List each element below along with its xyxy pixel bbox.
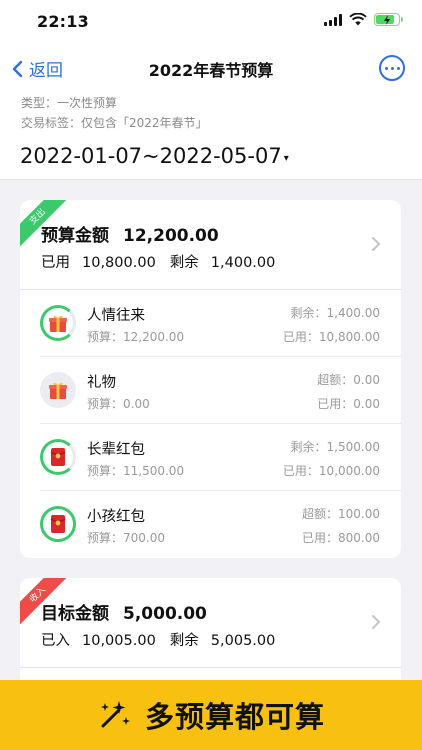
category-row[interactable]: 小孩红包 预算：700.00 超额：100.00 已用：800.00 <box>40 491 401 558</box>
budget-usage: 已用 10,800.00 剩余 1,400.00 <box>41 255 276 271</box>
category-remaining: 剩余：1,500.00 <box>290 440 380 454</box>
red-envelope-icon <box>50 448 66 466</box>
category-used: 已用：10,800.00 <box>282 330 380 344</box>
category-row[interactable]: 礼物 预算：0.00 超额：0.00 已用：0.00 <box>40 357 401 424</box>
gift-icon <box>49 315 67 332</box>
status-bar: 22:13 <box>0 0 422 44</box>
page-title: 2022年春节预算 <box>148 61 274 80</box>
chevron-down-icon: ▾ <box>283 152 289 164</box>
gift-icon <box>49 382 67 399</box>
category-budget: 预算：700.00 <box>87 531 165 545</box>
budget-tag: 交易标签：仅包含「2022年春节」 <box>21 116 208 130</box>
goal-summary[interactable]: 目标金额 5,000.00 已入 10,005.00 剩余 5,005.00 <box>20 578 401 668</box>
budget-summary[interactable]: 预算金额 12,200.00 已用 10,800.00 剩余 1,400.00 <box>20 200 401 290</box>
promo-text: 多预算都可算 <box>144 700 325 734</box>
category-name: 长辈红包 <box>87 442 145 458</box>
progress-ring <box>40 439 76 475</box>
more-dots-icon <box>384 66 388 70</box>
category-used: 已用：800.00 <box>302 531 380 545</box>
category-used: 已用：0.00 <box>317 397 380 411</box>
category-budget: 预算：12,200.00 <box>87 330 185 344</box>
cellular-signal-icon <box>324 13 342 26</box>
chevron-right-icon <box>372 615 381 629</box>
category-used: 已用：10,000.00 <box>282 464 380 478</box>
status-time: 22:13 <box>37 12 89 31</box>
category-over: 超额：100.00 <box>302 507 380 521</box>
category-over: 超额：0.00 <box>317 373 380 387</box>
wifi-icon <box>349 13 367 26</box>
category-name: 礼物 <box>87 375 116 391</box>
category-budget: 预算：0.00 <box>87 397 150 411</box>
goal-progress: 已入 10,005.00 剩余 5,005.00 <box>41 633 276 649</box>
budget-amount: 预算金额 12,200.00 <box>41 226 219 246</box>
battery-icon <box>374 13 403 26</box>
progress-ring <box>40 305 76 341</box>
progress-ring <box>40 372 76 408</box>
budget-meta: 类型：一次性预算 交易标签：仅包含「2022年春节」 <box>0 93 422 133</box>
category-name: 人情往来 <box>87 308 145 324</box>
progress-ring <box>40 506 76 542</box>
category-row[interactable]: 人情往来 预算：12,200.00 剩余：1,400.00 已用：10,800.… <box>40 290 401 357</box>
budget-type: 类型：一次性预算 <box>21 96 118 110</box>
category-budget: 预算：11,500.00 <box>87 464 185 478</box>
red-envelope-icon <box>50 515 66 533</box>
more-options-button[interactable] <box>379 55 405 81</box>
navigation-bar: 返回 2022年春节预算 <box>0 44 422 92</box>
category-row[interactable]: 长辈红包 预算：11,500.00 剩余：1,500.00 已用：10,000.… <box>40 424 401 491</box>
chevron-right-icon <box>372 237 381 251</box>
category-name: 小孩红包 <box>87 509 145 525</box>
date-range-selector[interactable]: 2022-01-07~2022-05-07 ▾ <box>20 144 289 168</box>
header-section: 22:13 返回 2022年春节预算 类型：一次性预算 交易标签：仅包含「202… <box>0 0 422 180</box>
sparkles-icon <box>100 701 130 728</box>
status-icons <box>324 13 403 26</box>
goal-amount: 目标金额 5,000.00 <box>41 604 207 624</box>
promo-banner: 多预算都可算 <box>0 680 422 750</box>
budget-card: 支出 预算金额 12,200.00 已用 10,800.00 剩余 1,400.00 人… <box>20 200 401 558</box>
date-range-text: 2022-01-07~2022-05-07 <box>20 144 282 168</box>
category-remaining: 剩余：1,400.00 <box>290 306 380 320</box>
